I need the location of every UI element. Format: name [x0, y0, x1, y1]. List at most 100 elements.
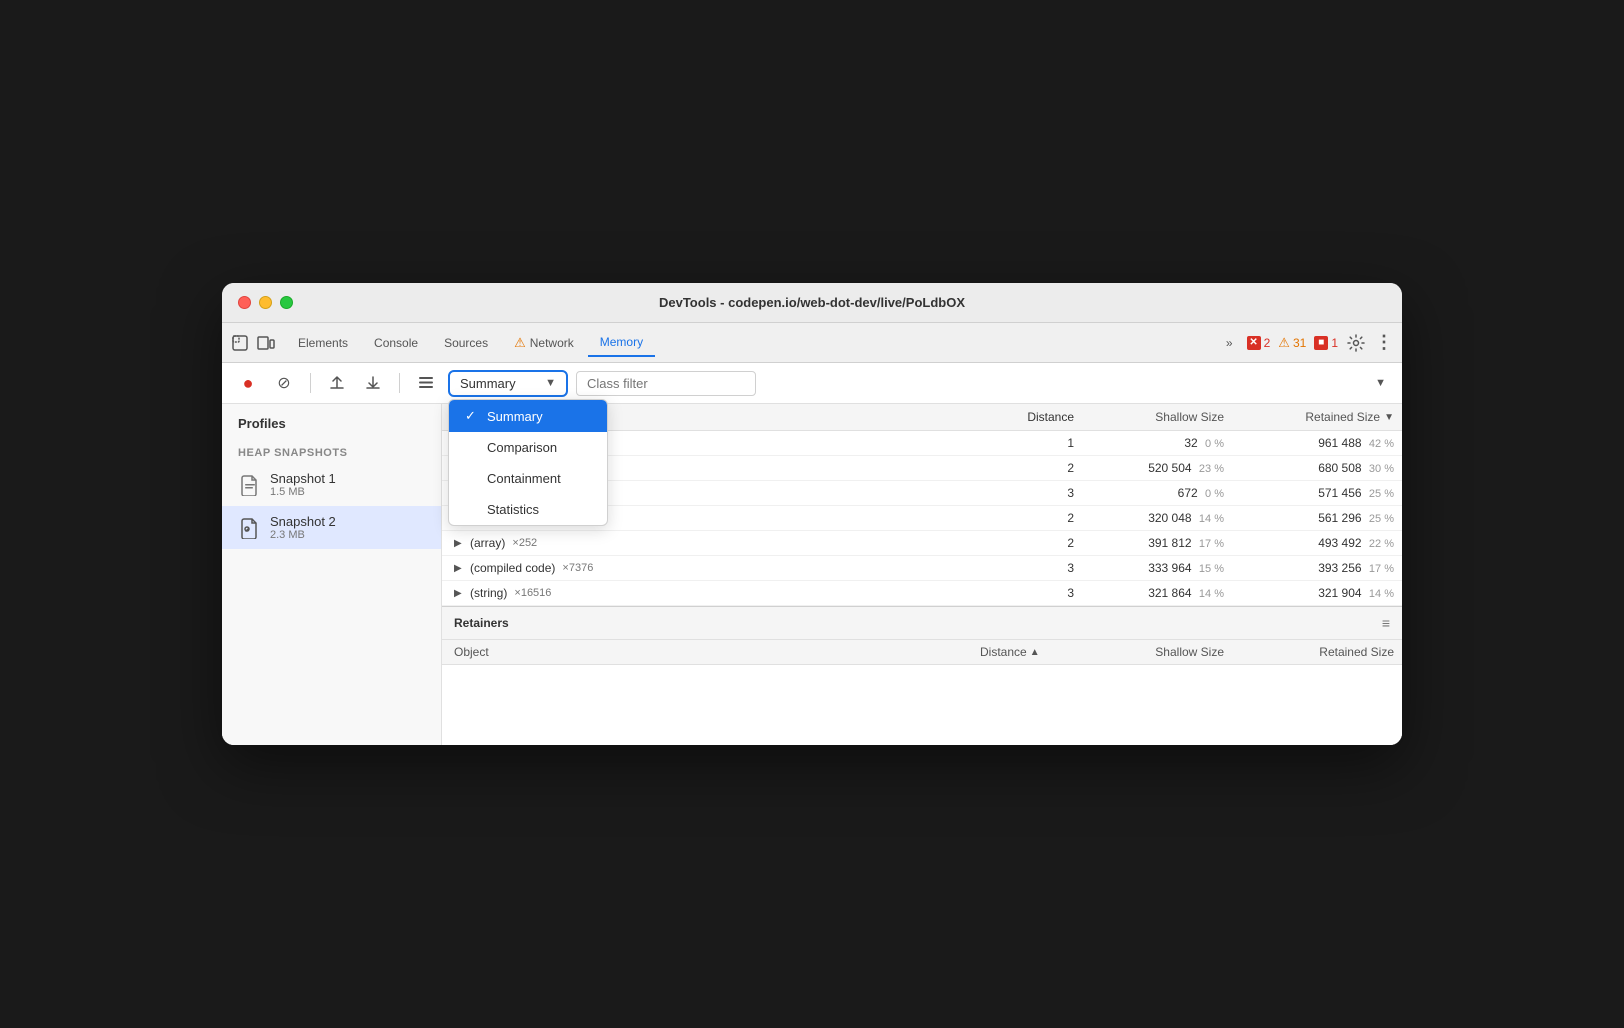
toolbar-separator-1: [310, 373, 311, 393]
row-distance-3: 3: [992, 481, 1082, 505]
summary-dropdown-button[interactable]: Summary ▼: [448, 370, 568, 397]
row-distance-1: 1: [992, 431, 1082, 455]
title-bar: DevTools - codepen.io/web-dot-dev/live/P…: [222, 283, 1402, 323]
row-shallow-1: 32 0 %: [1082, 431, 1232, 455]
tab-more[interactable]: »: [1214, 330, 1245, 356]
snapshot-icon-1: [238, 473, 262, 497]
info-badge: ■ 1: [1314, 336, 1338, 350]
row-shallow-3: 672 0 %: [1082, 481, 1232, 505]
header-shallow-size[interactable]: Shallow Size: [1082, 404, 1232, 430]
clear-button[interactable]: [412, 369, 440, 397]
retainers-title: Retainers: [454, 616, 509, 630]
retainers-header: Retainers ≡: [442, 607, 1402, 640]
toolbar-separator-2: [399, 373, 400, 393]
row-distance-4: 2: [992, 506, 1082, 530]
error-icon: ✕: [1247, 336, 1261, 350]
snapshot-icon-2: [238, 516, 262, 540]
more-options-icon[interactable]: ⋮: [1374, 333, 1394, 353]
row-retained-5: 493 492 22 %: [1232, 531, 1402, 555]
dropdown-item-containment[interactable]: Containment: [449, 463, 607, 494]
tab-sources[interactable]: Sources: [432, 330, 500, 356]
row-shallow-6: 333 964 15 %: [1082, 556, 1232, 580]
warning-icon: ⚠: [1278, 335, 1290, 351]
tab-bar-icons: [230, 333, 276, 353]
row-distance-6: 3: [992, 556, 1082, 580]
download-button[interactable]: [359, 369, 387, 397]
summary-dropdown-wrapper: Summary ▼ ✓ Summary Comparison Co: [448, 370, 568, 397]
close-button[interactable]: [238, 296, 251, 309]
devtools-window: DevTools - codepen.io/web-dot-dev/live/P…: [222, 283, 1402, 745]
devtools-body: Elements Console Sources ⚠ Network Memor…: [222, 323, 1402, 745]
class-filter-input[interactable]: [576, 371, 756, 396]
table-row[interactable]: ▶ (string) ×16516 3 321 864 14 % 321 904…: [442, 581, 1402, 606]
table-row[interactable]: ▶ (array) ×252 2 391 812 17 % 493 492 22…: [442, 531, 1402, 556]
network-warning-icon: ⚠: [514, 335, 526, 351]
maximize-button[interactable]: [280, 296, 293, 309]
header-distance[interactable]: Distance: [992, 404, 1082, 430]
row-retained-7: 321 904 14 %: [1232, 581, 1402, 605]
tab-console[interactable]: Console: [362, 330, 430, 356]
ret-header-retained-size[interactable]: Retained Size: [1232, 640, 1402, 664]
row-retained-3: 571 456 25 %: [1232, 481, 1402, 505]
row-retained-1: 961 488 42 %: [1232, 431, 1402, 455]
sidebar-item-snapshot2[interactable]: Snapshot 2 2.3 MB: [222, 506, 441, 549]
warning-badge: ⚠ 31: [1278, 335, 1306, 351]
device-icon[interactable]: [256, 333, 276, 353]
snapshot-1-info: Snapshot 1 1.5 MB: [270, 471, 336, 498]
table-row[interactable]: ▶ (compiled code) ×7376 3 333 964 15 % 3…: [442, 556, 1402, 581]
inspector-icon[interactable]: [230, 333, 250, 353]
retainers-section: Retainers ≡ Object Distance ▲ Shallow Si…: [442, 606, 1402, 745]
tab-bar-right: ✕ 2 ⚠ 31 ■ 1 ⋮: [1247, 333, 1394, 353]
row-constructor-5: ▶ (array) ×252: [442, 531, 992, 555]
row-shallow-5: 391 812 17 %: [1082, 531, 1232, 555]
dropdown-menu: ✓ Summary Comparison Containment Statist…: [448, 399, 608, 526]
sort-asc-icon: ▲: [1030, 647, 1040, 658]
sidebar-title: Profiles: [222, 416, 441, 439]
upload-button[interactable]: [323, 369, 351, 397]
row-distance-7: 3: [992, 581, 1082, 605]
row-distance-2: 2: [992, 456, 1082, 480]
row-shallow-2: 520 504 23 %: [1082, 456, 1232, 480]
row-constructor-7: ▶ (string) ×16516: [442, 581, 992, 605]
tab-bar: Elements Console Sources ⚠ Network Memor…: [222, 323, 1402, 363]
checkmark-icon: ✓: [465, 408, 479, 424]
sidebar-section-title: HEAP SNAPSHOTS: [222, 439, 441, 463]
tab-elements[interactable]: Elements: [286, 330, 360, 356]
filter-dropdown-arrow[interactable]: ▼: [1375, 377, 1386, 389]
dropdown-item-summary[interactable]: ✓ Summary: [449, 400, 607, 432]
chevron-down-icon: ▼: [545, 377, 556, 389]
sidebar-item-snapshot1[interactable]: Snapshot 1 1.5 MB: [222, 463, 441, 506]
window-title: DevTools - codepen.io/web-dot-dev/live/P…: [659, 295, 965, 310]
row-shallow-7: 321 864 14 %: [1082, 581, 1232, 605]
row-constructor-6: ▶ (compiled code) ×7376: [442, 556, 992, 580]
record-button[interactable]: ●: [234, 369, 262, 397]
dropdown-item-statistics[interactable]: Statistics: [449, 494, 607, 525]
expand-icon[interactable]: ▶: [454, 563, 466, 574]
row-distance-5: 2: [992, 531, 1082, 555]
row-retained-2: 680 508 30 %: [1232, 456, 1402, 480]
sort-desc-icon: ▼: [1384, 412, 1394, 423]
row-retained-6: 393 256 17 %: [1232, 556, 1402, 580]
settings-icon[interactable]: [1346, 333, 1366, 353]
expand-icon[interactable]: ▶: [454, 538, 466, 549]
summary-label: Summary: [460, 376, 516, 391]
ret-header-object[interactable]: Object: [442, 640, 972, 664]
ret-header-distance[interactable]: Distance ▲: [972, 640, 1082, 664]
retainers-table-header: Object Distance ▲ Shallow Size Retained …: [442, 640, 1402, 665]
traffic-lights: [238, 296, 293, 309]
tab-network[interactable]: ⚠ Network: [502, 329, 586, 357]
stop-button[interactable]: ⊘: [270, 369, 298, 397]
dropdown-item-comparison[interactable]: Comparison: [449, 432, 607, 463]
retainers-body: [442, 665, 1402, 745]
retainers-menu-icon[interactable]: ≡: [1382, 615, 1390, 631]
main-content: Profiles HEAP SNAPSHOTS Snapshot 1 1.5: [222, 404, 1402, 745]
sidebar: Profiles HEAP SNAPSHOTS Snapshot 1 1.5: [222, 404, 442, 745]
row-shallow-4: 320 048 14 %: [1082, 506, 1232, 530]
minimize-button[interactable]: [259, 296, 272, 309]
snapshot-2-info: Snapshot 2 2.3 MB: [270, 514, 336, 541]
header-retained-size[interactable]: Retained Size ▼: [1232, 404, 1402, 430]
expand-icon[interactable]: ▶: [454, 588, 466, 599]
tab-memory[interactable]: Memory: [588, 329, 655, 357]
ret-header-shallow-size[interactable]: Shallow Size: [1082, 640, 1232, 664]
row-retained-4: 561 296 25 %: [1232, 506, 1402, 530]
